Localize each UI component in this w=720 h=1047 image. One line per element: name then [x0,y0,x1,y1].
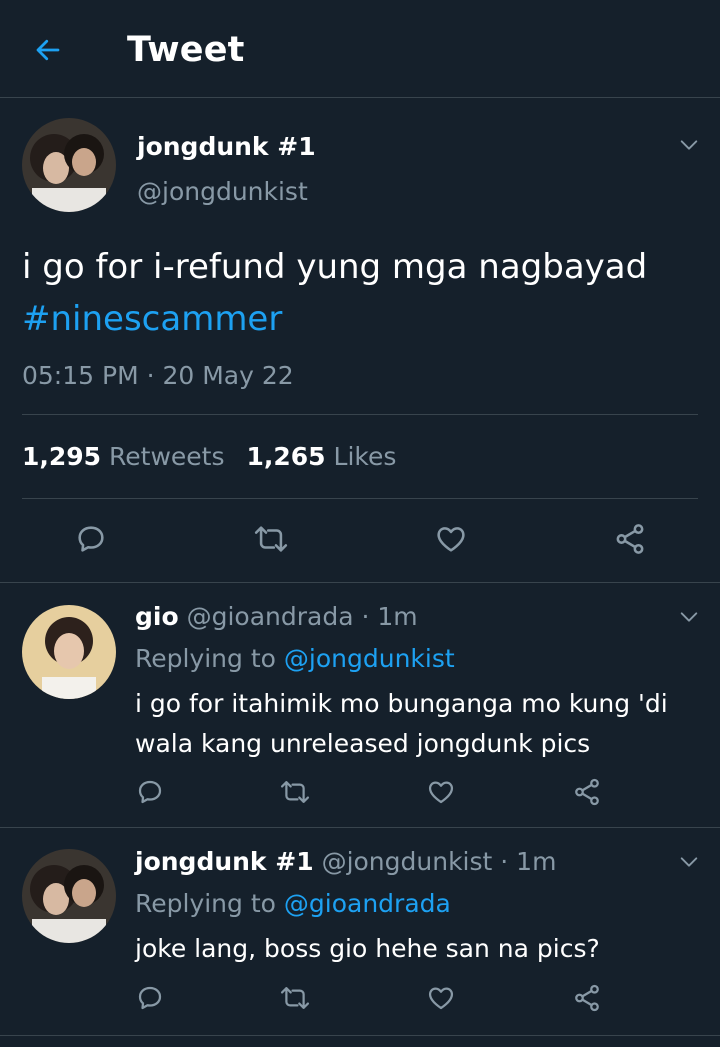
author-name[interactable]: jongdunk #1 [137,132,316,161]
avatar[interactable] [22,605,116,699]
share-icon [575,984,599,1012]
share-button[interactable] [570,981,604,1015]
retweet-icon [280,987,310,1009]
avatar-photo [22,118,116,212]
replying-to: Replying to @gioandrada [135,889,451,918]
hashtag-link[interactable]: #ninescammer [22,293,712,345]
share-icon [616,524,644,554]
reply-author-name[interactable]: gio [135,602,179,631]
replying-label: Replying to [135,644,276,673]
more-options-button[interactable] [676,132,702,158]
arrow-left-icon [36,39,60,61]
retweet-icon [280,781,310,803]
page-title: Tweet [127,30,245,70]
retweets-label: Retweets [109,442,225,471]
share-button[interactable] [610,519,650,559]
mention-link[interactable]: @gioandrada [284,889,451,918]
likes-count: 1,265 [246,442,326,471]
tweet-actions [0,519,720,567]
avatar-photo [22,849,116,943]
reply-button[interactable] [133,775,167,809]
reply-tweet[interactable]: jongdunk #1 @jongdunkist · 1m Replying t… [0,829,720,1036]
reply-text: i go for itahimik mo bunganga mo kung 'd… [135,689,668,758]
like-button[interactable] [424,981,458,1015]
top-bar: Tweet [0,0,720,98]
like-button[interactable] [424,775,458,809]
retweet-button[interactable] [251,519,291,559]
reply-tweet[interactable]: gio @gioandrada · 1m Replying to @jongdu… [0,584,720,828]
mention-link[interactable]: @jongdunkist [284,644,455,673]
back-button[interactable] [28,30,68,70]
more-options-button[interactable] [676,604,702,630]
tweet-timestamp: 05:15 PM · 20 May 22 [22,361,294,390]
retweets-count: 1,295 [22,442,102,471]
reply-icon [78,526,104,552]
heart-icon [428,781,454,804]
likes-stat[interactable]: 1,265 Likes [247,442,397,471]
reply-handle-time: @jongdunkist · 1m [321,847,557,876]
avatar[interactable] [22,118,116,212]
reply-button[interactable] [71,519,111,559]
retweets-stat[interactable]: 1,295 Retweets [22,442,225,471]
tweet-stats: 1,295 Retweets 1,265 Likes [22,442,396,471]
chevron-down-icon [680,140,698,150]
retweet-button[interactable] [278,775,312,809]
reply-button[interactable] [133,981,167,1015]
reply-icon [138,780,162,804]
reply-icon [138,986,162,1010]
heart-icon [428,987,454,1010]
replying-to: Replying to @jongdunkist [135,644,455,673]
likes-label: Likes [333,442,397,471]
retweet-button[interactable] [278,981,312,1015]
tweet-body: i go for i-refund yung mga nagbayad [22,247,648,287]
reply-actions [0,981,720,1021]
reply-handle-time: @gioandrada · 1m [186,602,418,631]
more-options-button[interactable] [676,849,702,875]
reply-header: gio @gioandrada · 1m [135,602,418,631]
reply-actions [0,775,720,815]
author-handle[interactable]: @jongdunkist [137,177,308,206]
like-button[interactable] [431,519,471,559]
reply-text: joke lang, boss gio hehe san na pics? [135,934,600,963]
chevron-down-icon [680,612,698,622]
reply-author-name[interactable]: jongdunk #1 [135,847,314,876]
divider [22,498,698,499]
heart-icon [437,527,465,552]
main-tweet: jongdunk #1 @jongdunkist i go for i-refu… [0,99,720,583]
avatar[interactable] [22,849,116,943]
replying-label: Replying to [135,889,276,918]
avatar-photo [22,605,116,699]
share-icon [575,778,599,806]
retweet-icon [254,526,288,552]
chevron-down-icon [680,857,698,867]
tweet-text: i go for i-refund yung mga nagbayad #nin… [22,241,712,345]
reply-header: jongdunk #1 @jongdunkist · 1m [135,847,556,876]
share-button[interactable] [570,775,604,809]
divider [22,414,698,415]
